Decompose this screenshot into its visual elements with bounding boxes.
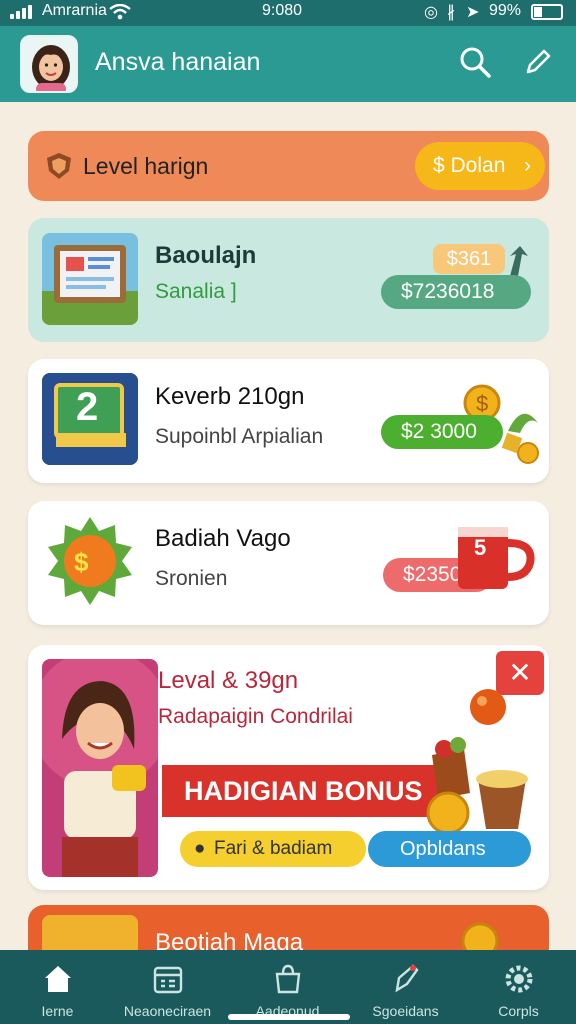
card-title: Baoulajn: [155, 242, 257, 269]
carrier-name: Amrarnia: [42, 2, 107, 19]
mug-number: 5: [474, 535, 487, 560]
level-bar[interactable]: Level harign $ Dolan ›: [28, 131, 549, 201]
arrow-up-icon: [510, 246, 528, 276]
card-title: Keverb 210gn: [155, 383, 305, 410]
tablet-thumbnail: [42, 233, 138, 325]
tab-home[interactable]: Ierne: [0, 950, 115, 1024]
rocket-icon: [394, 964, 419, 993]
badge-thumbnail: $: [42, 515, 138, 607]
amount-pill[interactable]: $2 3000: [381, 415, 503, 449]
tab-label: Neaoneciraen: [123, 1003, 212, 1019]
bottom-nav: Ierne Neaoneciraen Aadeonud Sgoeidans Co…: [0, 950, 576, 1024]
tab-label: Sgoeidans: [372, 1003, 439, 1019]
reward-card-2[interactable]: 2 Keverb 210gn Supoinbl Arpialian $ $2 3…: [28, 359, 549, 483]
tab-label: Ierne: [41, 1003, 74, 1019]
svg-text:$: $: [74, 547, 89, 577]
price-tag: $361: [433, 244, 505, 274]
battery-level: 99%: [489, 2, 522, 19]
svg-text:$: $: [476, 391, 488, 416]
wifi-icon: [109, 4, 131, 20]
tab-schedule[interactable]: Neaoneciraen: [110, 950, 225, 1024]
bag-icon: [275, 964, 300, 994]
tab-label: Corpls: [498, 1003, 539, 1019]
shield-icon: [47, 153, 71, 179]
promo-card[interactable]: Leval & 39gn Radapaigin Condrilai ✕ HADI…: [28, 645, 549, 890]
gift-coins-icon: [501, 413, 539, 464]
orange-fruit-icon: [470, 689, 506, 725]
home-icon: [44, 966, 71, 992]
user-avatar-icon: [22, 37, 76, 91]
card-subtitle: Sanalia ]: [155, 280, 237, 303]
calendar-icon: [153, 966, 182, 994]
promo-subtitle: Radapaigin Condrilai: [158, 705, 353, 728]
status-bar: Amrarnia 9:080 ◎ ∦ ➤ 99%: [0, 0, 576, 26]
settings-icon: [505, 965, 532, 993]
amount-pill[interactable]: $7236018: [381, 275, 531, 309]
level-label: Level harign: [83, 153, 209, 179]
left-promo-pill[interactable]: ● Fari & badiam: [180, 831, 366, 867]
chevron-right-icon: ›: [524, 154, 531, 177]
thumb-number: 2: [76, 385, 99, 429]
dollar-badge-icon: $: [48, 517, 132, 605]
right-promo-pill[interactable]: Opbldans: [368, 831, 531, 867]
girl-illustration-icon: [42, 659, 158, 877]
mug-icon: 5: [456, 523, 535, 593]
signal-icon: [10, 3, 36, 21]
tablet-illustration-icon: [42, 233, 138, 325]
promo-image: [42, 659, 158, 877]
home-indicator: [228, 1014, 350, 1020]
location-icon: ➤: [466, 4, 480, 21]
promo-title: Leval & 39gn: [158, 667, 299, 694]
food-baskets-icon: [426, 737, 528, 835]
left-pill-label: Fari & badiam: [214, 838, 333, 859]
card-subtitle: Supoinbl Arpialian: [155, 425, 324, 448]
number-thumbnail: 2: [42, 373, 138, 465]
edit-icon[interactable]: [518, 42, 558, 82]
app-title: Ansva hanaian: [95, 48, 261, 76]
reward-card-3[interactable]: $ Badiah Vago Sronien $2350 5: [28, 501, 549, 625]
coin-small-icon: ●: [194, 838, 206, 859]
dolan-button-label: $ Dolan: [433, 154, 506, 177]
dolan-button[interactable]: $ Dolan ›: [415, 142, 545, 190]
alarm-icon: ◎: [424, 4, 438, 21]
tab-specials[interactable]: Sgoeidans: [348, 950, 463, 1024]
tab-activities[interactable]: Aadeonud: [230, 950, 345, 1024]
tab-settings[interactable]: Corpls: [461, 950, 576, 1024]
reward-card-1[interactable]: Baoulajn Sanalia ] $361 $7236018: [28, 218, 549, 342]
bluetooth-icon: ∦: [447, 4, 455, 21]
clock: 9:080: [262, 2, 303, 19]
card-subtitle: Sronien: [155, 567, 228, 590]
app-bar: Ansva hanaian: [0, 26, 576, 102]
search-icon[interactable]: [455, 42, 495, 82]
avatar[interactable]: [20, 35, 78, 93]
card-title: Badiah Vago: [155, 525, 291, 552]
battery-icon: [531, 4, 563, 20]
